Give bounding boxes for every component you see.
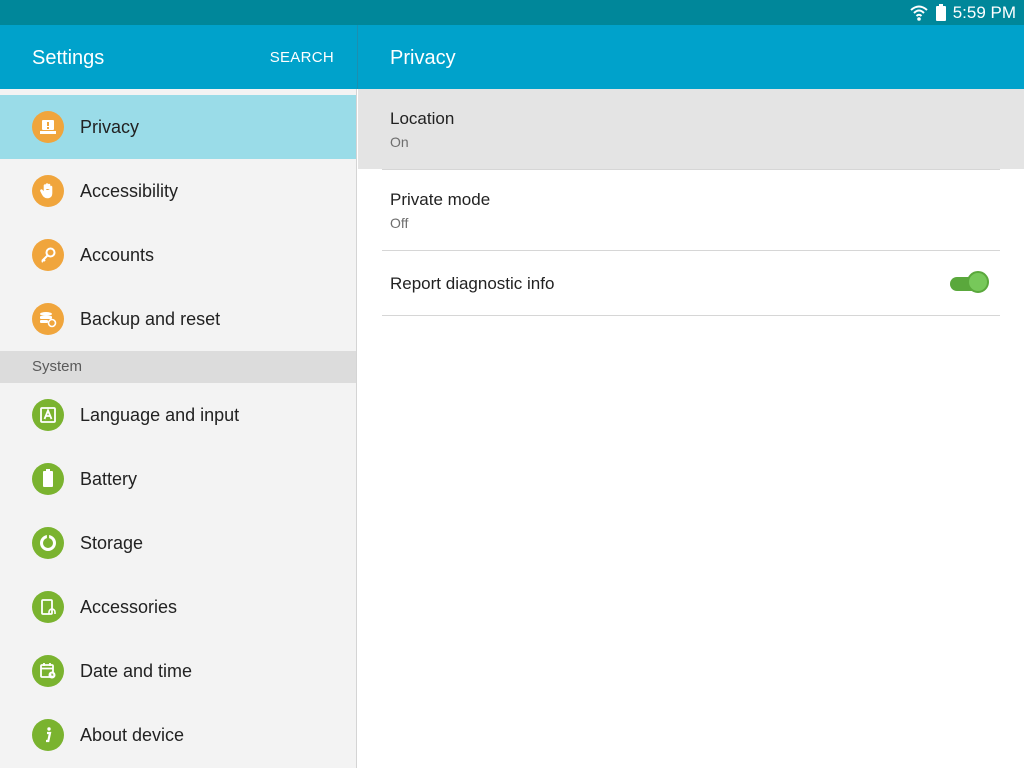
battery-icon <box>935 3 947 22</box>
sidebar-item-language[interactable]: Language and input <box>0 383 356 447</box>
sidebar: Privacy Accessibility Accounts Backup an… <box>0 89 357 768</box>
report-diagnostic-title: Report diagnostic info <box>390 274 555 293</box>
section-header-system: System <box>0 351 356 383</box>
language-icon <box>32 399 64 431</box>
report-diagnostic-toggle[interactable] <box>950 271 990 295</box>
sidebar-item-label: Privacy <box>80 117 140 137</box>
sidebar-item-battery[interactable]: Battery <box>0 447 356 511</box>
private-mode-row[interactable]: Private mode Off <box>358 170 1024 251</box>
sidebar-item-label: Accessories <box>80 597 178 617</box>
sidebar-item-backup[interactable]: Backup and reset <box>0 287 356 351</box>
action-bar: Settings SEARCH Privacy <box>0 25 1024 89</box>
sidebar-item-label: Backup and reset <box>80 309 221 329</box>
status-icons: 5:59 PM <box>909 0 1016 25</box>
sidebar-item-storage[interactable]: Storage <box>0 511 356 575</box>
info-icon <box>32 719 64 751</box>
status-bar: 5:59 PM <box>0 0 1024 25</box>
private-mode-status: Off <box>390 215 409 231</box>
sidebar-item-label: About device <box>80 725 185 745</box>
privacy-icon <box>32 111 64 143</box>
search-button[interactable]: SEARCH <box>270 49 334 66</box>
status-time: 5:59 PM <box>952 2 1016 22</box>
calendar-icon <box>32 655 64 687</box>
sidebar-item-accounts[interactable]: Accounts <box>0 223 356 287</box>
divider <box>382 315 1000 316</box>
private-mode-title: Private mode <box>390 190 491 209</box>
sidebar-item-label: Language and input <box>80 405 240 425</box>
sidebar-item-accessories[interactable]: Accessories <box>0 575 356 639</box>
location-row[interactable]: Location On <box>358 89 1024 169</box>
storage-icon <box>32 527 64 559</box>
detail-title: Privacy <box>390 47 456 69</box>
sidebar-item-about-device[interactable]: About device <box>0 703 356 767</box>
sidebar-item-label: Accessibility <box>80 181 179 201</box>
sidebar-item-date-time[interactable]: Date and time <box>0 639 356 703</box>
sidebar-item-privacy[interactable]: Privacy <box>0 95 356 159</box>
detail-header: Privacy <box>358 25 1024 89</box>
location-title: Location <box>390 109 455 128</box>
hand-icon <box>32 175 64 207</box>
sidebar-item-label: Storage <box>80 533 144 553</box>
sidebar-item-accessibility[interactable]: Accessibility <box>0 159 356 223</box>
detail-pane: Location On Private mode Off Report diag… <box>358 89 1024 768</box>
sidebar-item-label: Accounts <box>80 245 155 265</box>
report-diagnostic-row[interactable]: Report diagnostic info <box>358 251 1024 315</box>
settings-header: Settings SEARCH <box>0 25 357 89</box>
page-title: Settings <box>32 47 105 69</box>
wifi-icon <box>909 4 929 22</box>
sidebar-item-label: Battery <box>80 469 138 489</box>
accessories-icon <box>32 591 64 623</box>
sidebar-item-label: Date and time <box>80 661 193 681</box>
location-status: On <box>390 134 409 150</box>
toggle-thumb <box>967 271 989 293</box>
battery-icon <box>32 463 64 495</box>
key-icon <box>32 239 64 271</box>
backup-icon <box>32 303 64 335</box>
